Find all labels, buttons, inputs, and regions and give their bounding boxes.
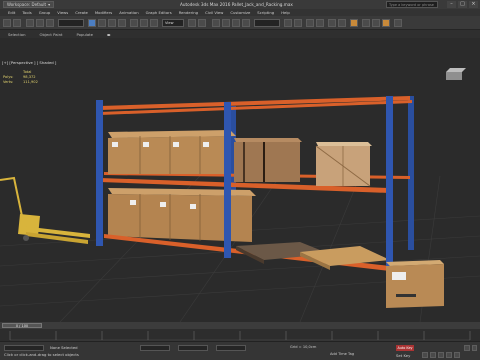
- upper-shelf-boxes: [108, 130, 372, 187]
- reference-coordinate-dropdown[interactable]: View: [162, 19, 184, 27]
- menu-item-graph-editors[interactable]: Graph Editors: [146, 10, 172, 15]
- time-slider-bar[interactable]: 0 / 100: [0, 322, 480, 329]
- previous-frame-icon[interactable]: [430, 352, 436, 358]
- rectangle-selection-icon[interactable]: [108, 19, 116, 27]
- window-title: Autodesk 3ds Max 2016 Pallet_Jack_and_Ra…: [180, 2, 293, 7]
- rendered-frame-window-icon[interactable]: [372, 19, 380, 27]
- a360-render-icon[interactable]: [394, 19, 402, 27]
- main-toolbar: View: [0, 16, 480, 30]
- title-bar: Workspace: Default ▾ Autodesk 3ds Max 20…: [0, 0, 480, 9]
- x-coordinate-field[interactable]: [140, 345, 170, 351]
- layer-manager-icon[interactable]: [306, 19, 314, 27]
- ribbon-toggle-icon[interactable]: ⬬: [107, 32, 110, 37]
- selection-status: None Selected: [50, 345, 78, 350]
- menu-item-animation[interactable]: Animation: [119, 10, 138, 15]
- menu-item-views[interactable]: Views: [57, 10, 68, 15]
- tab-populate[interactable]: Populate: [76, 32, 93, 37]
- select-manipulate-icon[interactable]: [198, 19, 206, 27]
- track-bar[interactable]: [0, 329, 480, 341]
- status-bar: None Selected Click or click-and-drag to…: [0, 341, 480, 360]
- stats-verts-label: Verts:: [3, 80, 14, 84]
- menu-item-help[interactable]: Help: [281, 10, 290, 15]
- pan-icon[interactable]: [472, 345, 477, 351]
- auto-key-button[interactable]: Auto Key: [396, 345, 414, 351]
- move-icon[interactable]: [130, 19, 138, 27]
- grid-size: Grid = 10,0cm: [290, 345, 317, 349]
- stats-total: Total: [23, 70, 32, 74]
- material-editor-icon[interactable]: [350, 19, 358, 27]
- zoom-icon[interactable]: [464, 345, 470, 351]
- ribbon-tabs: Selection Object Paint Populate ⬬: [0, 30, 480, 38]
- named-selection-sets-dropdown[interactable]: [254, 19, 280, 27]
- tab-selection[interactable]: Selection: [8, 32, 26, 37]
- viewport-statistics: Total Polys: 98,372 Verts: 111,902: [3, 70, 38, 85]
- render-setup-icon[interactable]: [362, 19, 370, 27]
- play-icon[interactable]: [438, 352, 444, 358]
- minimize-button[interactable]: –: [447, 1, 456, 8]
- redo-icon[interactable]: [13, 19, 21, 27]
- menu-item-civil-view[interactable]: Civil View: [205, 10, 223, 15]
- menu-item-edit[interactable]: Edit: [8, 10, 15, 15]
- pallet-jack: [0, 176, 90, 244]
- select-by-name-icon[interactable]: [98, 19, 106, 27]
- tab-object-paint[interactable]: Object Paint: [40, 32, 63, 37]
- menu-item-create[interactable]: Create: [75, 10, 88, 15]
- graphite-toggle-icon[interactable]: [316, 19, 324, 27]
- menu-item-modifiers[interactable]: Modifiers: [95, 10, 112, 15]
- curve-editor-icon[interactable]: [328, 19, 336, 27]
- select-object-icon[interactable]: [88, 19, 96, 27]
- y-coordinate-field[interactable]: [178, 345, 208, 351]
- menu-bar: Edit Tools Group Views Create Modifiers …: [0, 9, 480, 16]
- go-to-start-icon[interactable]: [422, 352, 428, 358]
- render-production-icon[interactable]: [382, 19, 390, 27]
- workspace-dropdown[interactable]: Workspace: Default ▾: [3, 1, 55, 8]
- time-slider[interactable]: 0 / 100: [2, 323, 42, 328]
- mirror-icon[interactable]: [284, 19, 292, 27]
- viewcube[interactable]: [446, 68, 466, 80]
- workspace-label: Workspace: Default: [7, 2, 47, 7]
- viewport-label[interactable]: [+] [Perspective ] [ Shaded ]: [2, 60, 56, 65]
- schematic-view-icon[interactable]: [338, 19, 346, 27]
- maximize-button[interactable]: □: [458, 1, 467, 8]
- angle-snap-icon[interactable]: [222, 19, 230, 27]
- spinner-snap-icon[interactable]: [242, 19, 250, 27]
- menu-item-tools[interactable]: Tools: [22, 10, 31, 15]
- front-cardboard-box: [386, 260, 444, 308]
- link-icon[interactable]: [26, 19, 34, 27]
- chevron-down-icon: ▾: [48, 2, 51, 7]
- stats-polys-value: 98,372: [23, 75, 36, 79]
- stats-verts-value: 111,902: [23, 80, 38, 84]
- window-crossing-icon[interactable]: [118, 19, 126, 27]
- set-key-button[interactable]: Set Key: [396, 353, 410, 358]
- rotate-icon[interactable]: [140, 19, 148, 27]
- z-coordinate-field[interactable]: [216, 345, 246, 351]
- viewport-perspective[interactable]: [0, 66, 480, 322]
- add-time-tag-button[interactable]: Add Time Tag: [330, 352, 354, 356]
- menu-item-scripting[interactable]: Scripting: [257, 10, 274, 15]
- selection-filter-dropdown[interactable]: [58, 19, 84, 27]
- menu-item-customize[interactable]: Customize: [230, 10, 250, 15]
- align-icon[interactable]: [294, 19, 302, 27]
- close-button[interactable]: ×: [469, 1, 478, 8]
- snaps-toggle-icon[interactable]: [212, 19, 220, 27]
- go-to-end-icon[interactable]: [454, 352, 460, 358]
- menu-item-rendering[interactable]: Rendering: [179, 10, 198, 15]
- prompt-line: Click or click-and-drag to select object…: [4, 352, 79, 357]
- next-frame-icon[interactable]: [446, 352, 452, 358]
- percent-snap-icon[interactable]: [232, 19, 240, 27]
- lower-shelf-boxes: [108, 188, 256, 242]
- search-input[interactable]: Type a keyword or phrase: [386, 1, 438, 8]
- track-bar-ticks: [9, 331, 471, 341]
- rack-top-beams: [100, 96, 412, 115]
- unlink-icon[interactable]: [36, 19, 44, 27]
- menu-item-group[interactable]: Group: [39, 10, 51, 15]
- bind-space-warp-icon[interactable]: [46, 19, 54, 27]
- scale-icon[interactable]: [150, 19, 158, 27]
- pivot-center-icon[interactable]: [188, 19, 196, 27]
- undo-icon[interactable]: [3, 19, 11, 27]
- maxscript-listener[interactable]: [4, 345, 44, 351]
